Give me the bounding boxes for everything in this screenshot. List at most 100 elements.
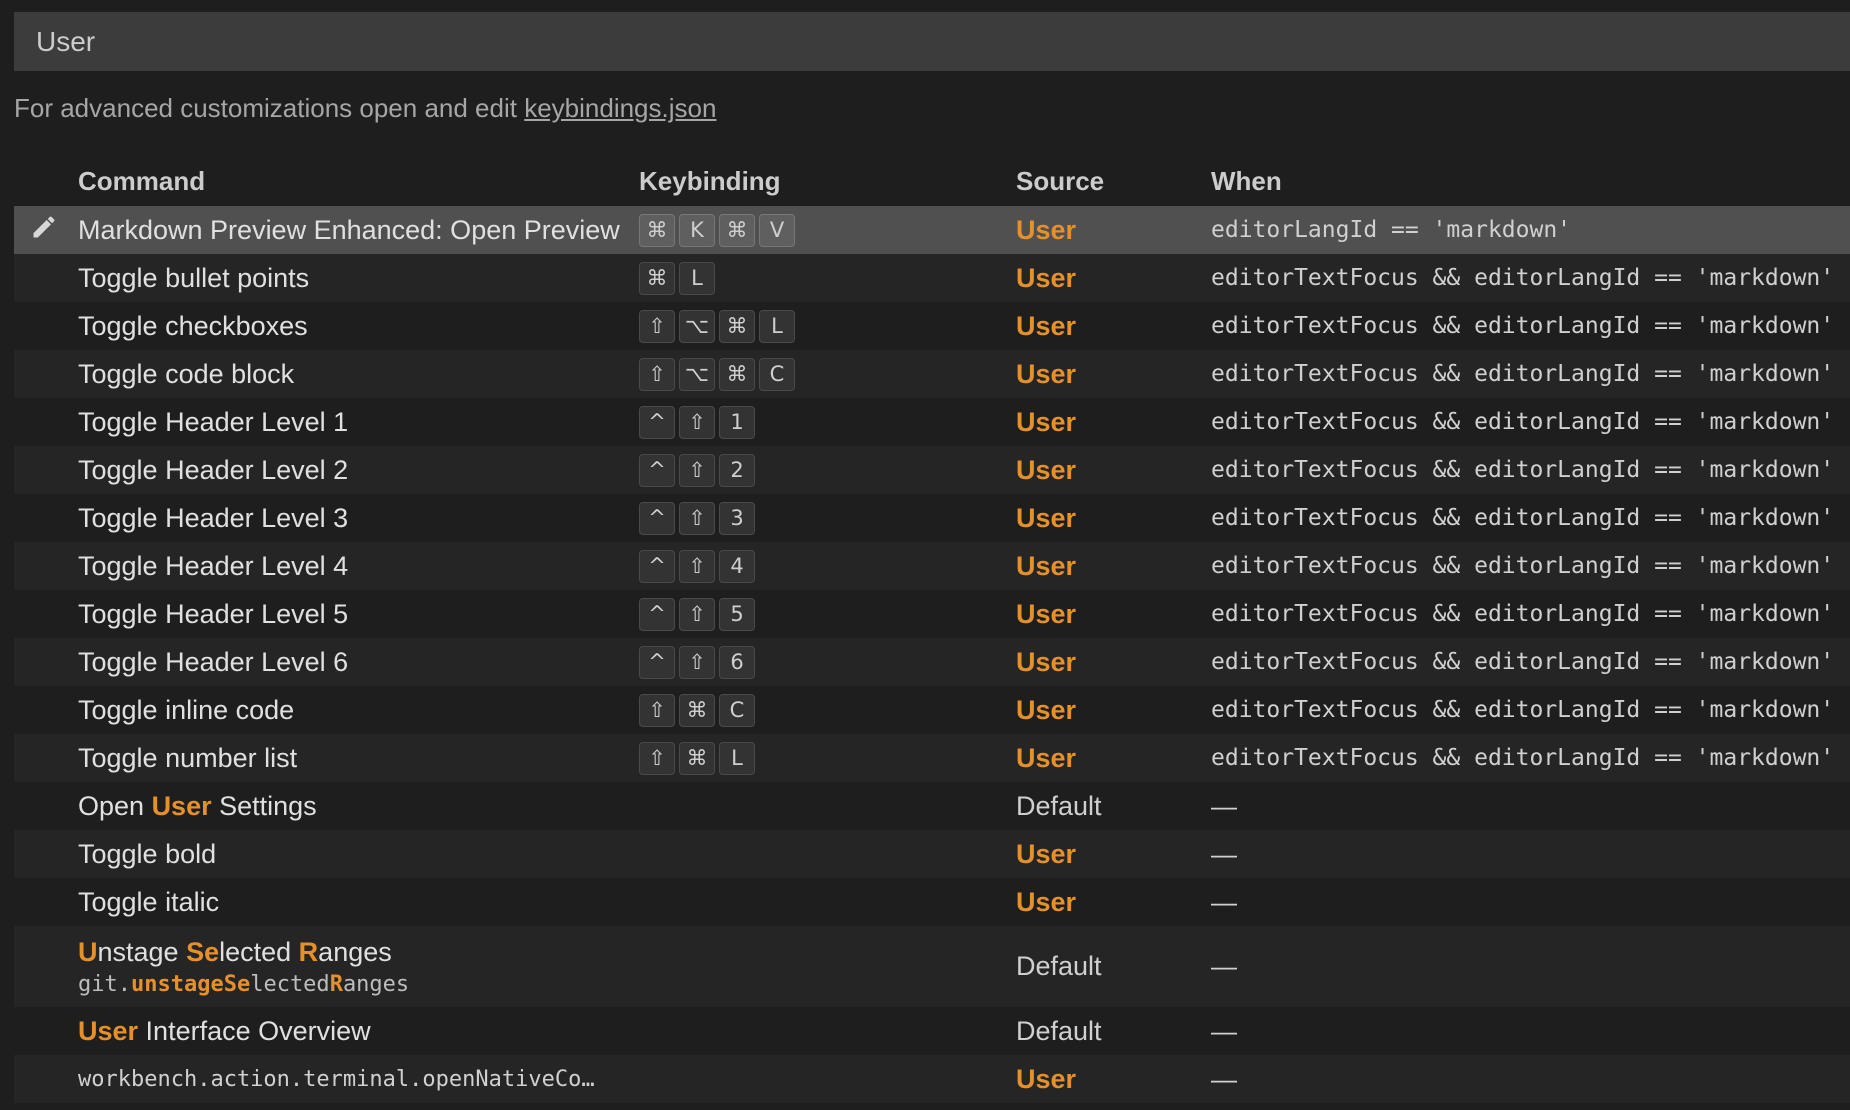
keybinding-cell: ⇧ ⌥ ⌘ C (639, 350, 799, 398)
key-cap: ⇧ (639, 357, 675, 391)
rows.15.command_parts-part: U (78, 936, 98, 967)
command-label: Toggle code block (78, 358, 295, 389)
when-cell: — (1211, 1007, 1237, 1055)
when-expression: editorTextFocus && editorLangId == 'mark… (1211, 553, 1835, 579)
when-expression: editorTextFocus && editorLangId == 'mark… (1211, 697, 1835, 723)
key-cap: ⇧ (679, 645, 715, 679)
table-row[interactable]: Toggle checkboxes ⇧ ⌥ ⌘ L User editorTextFocus… (14, 302, 1850, 350)
command-cell: Toggle bullet points (78, 254, 638, 302)
search-input-value: User (36, 25, 96, 57)
when-cell: — (1211, 782, 1237, 830)
when-cell: editorTextFocus && editorLangId == 'mark… (1211, 638, 1834, 686)
table-header: Command Keybinding Source When (14, 156, 1850, 206)
command-label: Unstage Selected Ranges (78, 937, 392, 968)
command-label: Toggle Header Level 3 (78, 502, 349, 533)
rows.12.command_parts-part: Settings (211, 790, 317, 821)
table-row[interactable]: Toggle inline code ⇧ ⌘ C User editorTextFocus… (14, 686, 1850, 734)
source-label: User (1016, 406, 1077, 437)
when-cell: editorTextFocus && editorLangId == 'mark… (1211, 254, 1834, 302)
keybinding-cell: ⌘ K ⌘ V (639, 206, 799, 254)
keybinding-cell: ⌘ L (639, 254, 719, 302)
command-cell: Toggle number list (78, 734, 638, 782)
when-expression: editorTextFocus && editorLangId == 'mark… (1211, 601, 1835, 627)
keybindings-table: Command Keybinding Source When Markdown … (14, 156, 1850, 1103)
table-row[interactable]: Markdown Preview Enhanced: Open Preview ⌘… (14, 206, 1850, 254)
when-cell: — (1211, 926, 1237, 1007)
source-label: User (1016, 454, 1077, 485)
command-label: Open User Settings (78, 791, 317, 822)
source-cell: User (1016, 494, 1076, 542)
source-label: User (1016, 742, 1077, 773)
key-cap: C (719, 693, 755, 727)
key-cap: 1 (719, 405, 755, 439)
when-cell: editorTextFocus && editorLangId == 'mark… (1211, 686, 1834, 734)
command-label: Toggle bullet points (78, 262, 310, 293)
table-body: Markdown Preview Enhanced: Open Preview ⌘… (14, 206, 1850, 1103)
source-label: Default (1016, 951, 1102, 981)
key-cap: ⌘ (719, 357, 755, 391)
table-row[interactable]: Toggle Header Level 5 ^ ⇧ 5 User editorTextFo… (14, 590, 1850, 638)
when-cell: — (1211, 830, 1237, 878)
table-row[interactable]: User Interface Overview Default — (14, 1007, 1850, 1055)
table-row[interactable]: workbench.action.terminal.openNativeCo… U… (14, 1055, 1850, 1103)
edit-keybinding-button[interactable] (24, 206, 64, 254)
keybindings-json-link[interactable]: keybindings.json (524, 93, 716, 123)
rows.16.command_parts-part: User (78, 1015, 139, 1046)
table-row[interactable]: Open User Settings Default — (14, 782, 1850, 830)
keybinding-cell: ⇧ ⌥ ⌘ L (639, 302, 799, 350)
table-row[interactable]: Toggle Header Level 2 ^ ⇧ 2 User editorTextFo… (14, 446, 1850, 494)
key-cap: ⇧ (679, 597, 715, 631)
table-row[interactable]: Toggle bold User — (14, 830, 1850, 878)
table-row[interactable]: Toggle number list ⇧ ⌘ L User editorTextFocus… (14, 734, 1850, 782)
when-expression: editorTextFocus && editorLangId == 'mark… (1211, 409, 1835, 435)
when-cell: editorLangId == 'markdown' (1211, 206, 1571, 254)
source-cell: Default (1016, 782, 1102, 830)
keybinding-cell: ^ ⇧ 5 (639, 590, 759, 638)
when-expression: — (1211, 1063, 1237, 1094)
command-label: Toggle Header Level 1 (78, 406, 349, 437)
table-row[interactable]: Toggle Header Level 4 ^ ⇧ 4 User editorTextFo… (14, 542, 1850, 590)
column-header-source[interactable]: Source (1016, 166, 1104, 197)
rows.12.command_parts-part: User (151, 790, 212, 821)
when-expression: — (1211, 951, 1237, 981)
keybinding-cell: ⇧ ⌘ L (639, 734, 759, 782)
table-row[interactable]: Unstage Selected Ranges git.unstageSelect… (14, 926, 1850, 1007)
when-expression: editorTextFocus && editorLangId == 'mark… (1211, 649, 1835, 675)
when-cell: — (1211, 1055, 1237, 1103)
key-cap: ⌘ (719, 309, 755, 343)
column-header-keybinding[interactable]: Keybinding (639, 166, 781, 197)
rows.15.command_parts-part: lected (219, 936, 299, 967)
source-label: User (1016, 838, 1077, 869)
command-label: Toggle Header Level 2 (78, 454, 349, 485)
table-row[interactable]: Toggle Header Level 3 ^ ⇧ 3 User editorTextFo… (14, 494, 1850, 542)
table-row[interactable]: Toggle code block ⇧ ⌥ ⌘ C User editorTextFocus… (14, 350, 1850, 398)
source-cell: User (1016, 878, 1076, 926)
source-label: User (1016, 1063, 1077, 1094)
table-row[interactable]: Toggle Header Level 1 ^ ⇧ 1 User editorTextFo… (14, 398, 1850, 446)
source-label: User (1016, 214, 1077, 245)
source-cell: User (1016, 302, 1076, 350)
when-cell: editorTextFocus && editorLangId == 'mark… (1211, 542, 1834, 590)
command-label: Markdown Preview Enhanced: Open Preview (78, 214, 620, 245)
when-expression: editorLangId == 'markdown' (1211, 217, 1572, 243)
column-header-command[interactable]: Command (78, 166, 205, 197)
key-cap: L (719, 741, 755, 775)
rows.15.command_id_parts-part: lected (250, 971, 330, 997)
key-cap: ⇧ (639, 693, 675, 727)
source-cell: User (1016, 350, 1076, 398)
when-expression: — (1211, 886, 1237, 917)
table-row[interactable]: Toggle Header Level 6 ^ ⇧ 6 User editorTextFo… (14, 638, 1850, 686)
column-header-when[interactable]: When (1211, 166, 1282, 197)
table-row[interactable]: Toggle bullet points ⌘ L User editorTextFocu… (14, 254, 1850, 302)
source-cell: Default (1016, 926, 1102, 1007)
command-label: Toggle Header Level 4 (78, 550, 349, 581)
table-row[interactable]: Toggle italic User — (14, 878, 1850, 926)
command-cell: Toggle Header Level 5 (78, 590, 638, 638)
key-cap: L (679, 261, 715, 295)
command-label: Toggle inline code (78, 694, 295, 725)
key-cap: ⇧ (679, 501, 715, 535)
source-label: User (1016, 646, 1077, 677)
advanced-customization-hint: For advanced customizations open and edi… (14, 93, 716, 124)
search-input[interactable]: User (14, 12, 1850, 71)
key-cap: ⌘ (679, 693, 715, 727)
